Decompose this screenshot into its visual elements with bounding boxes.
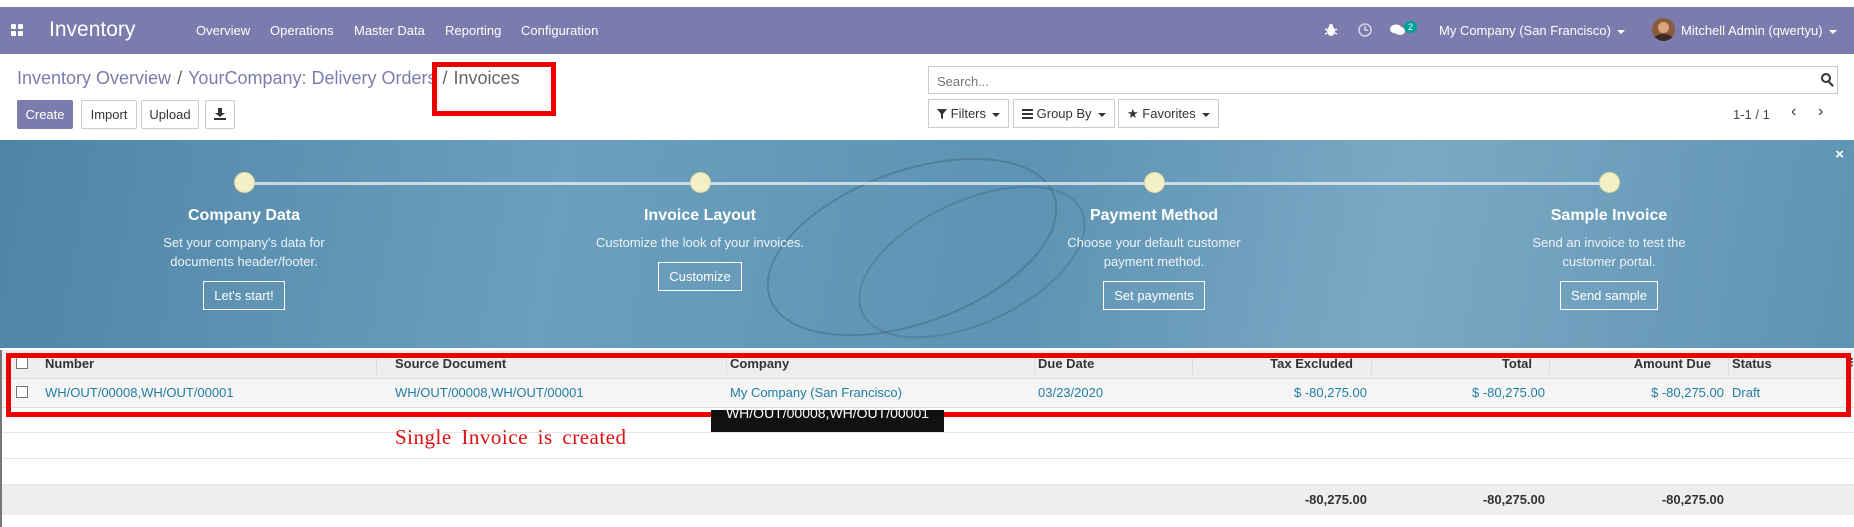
user-name: Mitchell Admin (qwertyu) (1681, 23, 1823, 38)
step-title: Company Data (187, 207, 301, 224)
step-title: Payment Method (1089, 207, 1218, 224)
activity-clock-icon[interactable] (1358, 23, 1372, 37)
step-invoice-layout: Invoice Layout Customize the look of you… (570, 207, 830, 291)
cell-tooltip: WH/OUT/00008,WH/OUT/00001 (711, 410, 944, 432)
app-brand[interactable]: Inventory (49, 18, 135, 42)
pager-value[interactable]: 1-1 / 1 (1733, 107, 1770, 122)
tooltip-text: WH/OUT/00008,WH/OUT/00001 (725, 410, 930, 421)
messages-count-badge: 2 (1404, 21, 1418, 33)
breadcrumb-inventory-overview[interactable]: Inventory Overview (17, 68, 171, 88)
create-button[interactable]: Create (17, 100, 73, 129)
step-description: payment method. (1103, 254, 1205, 269)
step-sample-invoice: Sample Invoice Send an invoice to test t… (1479, 207, 1739, 310)
filter-icon (937, 109, 947, 119)
breadcrumb-delivery-orders[interactable]: YourCompany: Delivery Orders (188, 68, 436, 88)
menu-reporting[interactable]: Reporting (445, 23, 501, 38)
company-switcher[interactable]: My Company (San Francisco) (1439, 23, 1625, 38)
step-dot-sample-invoice (1599, 172, 1620, 193)
send-sample-button[interactable]: Send sample (1560, 281, 1658, 310)
step-dot-company-data (234, 172, 255, 193)
menu-configuration[interactable]: Configuration (521, 23, 598, 38)
pager-next-icon[interactable]: › (1818, 104, 1828, 120)
total-total: -80,275.00 (1482, 492, 1545, 507)
highlight-box-table (6, 353, 1851, 417)
top-strip (0, 0, 1854, 7)
chevron-down-icon (1616, 29, 1625, 34)
favorites-label: Favorites (1142, 106, 1196, 121)
lets-start-button[interactable]: Let's start! (203, 281, 285, 310)
menu-master-data[interactable]: Master Data (354, 23, 425, 38)
step-description: Choose your default customer (1067, 235, 1241, 250)
step-payment-method: Payment Method Choose your default custo… (1024, 207, 1284, 310)
left-edge-border (0, 350, 2, 527)
breadcrumb-separator: / (177, 68, 183, 88)
menu-operations[interactable]: Operations (270, 23, 334, 38)
search-icon[interactable] (1821, 73, 1831, 83)
step-description: customer portal. (1562, 254, 1656, 269)
total-tax-excluded: -80,275.00 (1304, 492, 1367, 507)
download-button[interactable] (205, 100, 235, 129)
onboarding-progress-line (244, 182, 1610, 185)
favorites-button[interactable]: ★ Favorites (1118, 99, 1219, 128)
group-by-label: Group By (1036, 106, 1092, 121)
debug-bug-icon[interactable] (1324, 23, 1338, 37)
search-bar (928, 66, 1838, 94)
company-name: My Company (San Francisco) (1439, 23, 1611, 38)
filters-label: Filters (950, 106, 987, 121)
chevron-down-icon (1097, 112, 1106, 117)
menu-overview[interactable]: Overview (196, 23, 250, 38)
step-description: Set your company's data for (163, 235, 325, 250)
step-description: documents header/footer. (170, 254, 318, 269)
highlight-box-breadcrumb (432, 62, 556, 116)
table-footer-totals: -80,275.00 -80,275.00 -80,275.00 (0, 485, 1854, 515)
step-description: Send an invoice to test the (1532, 235, 1686, 250)
apps-menu-icon[interactable] (11, 24, 23, 36)
total-amount-due: -80,275.00 (1661, 492, 1724, 507)
user-avatar[interactable] (1652, 18, 1675, 41)
chevron-down-icon (992, 112, 1001, 117)
onboarding-banner: × Company Data Set your company's data f… (0, 140, 1854, 348)
list-icon (1022, 109, 1033, 119)
download-icon (214, 108, 226, 120)
step-dot-payment-method (1144, 172, 1165, 193)
step-description: Customize the look of your invoices. (595, 235, 805, 250)
step-dot-invoice-layout (690, 172, 711, 193)
top-navbar: Inventory Overview Operations Master Dat… (0, 7, 1854, 54)
customize-button[interactable]: Customize (658, 262, 742, 291)
pager-previous-icon[interactable]: ‹ (1791, 104, 1801, 120)
filters-button[interactable]: Filters (928, 99, 1010, 128)
close-icon[interactable]: × (1835, 146, 1844, 163)
set-payments-button[interactable]: Set payments (1103, 281, 1205, 310)
search-input[interactable] (935, 68, 1799, 94)
annotation-text: Single Invoice is created (395, 425, 627, 449)
empty-row-divider (0, 458, 1854, 459)
upload-button[interactable]: Upload (141, 100, 199, 129)
star-icon: ★ (1127, 106, 1139, 121)
group-by-button[interactable]: Group By (1013, 99, 1115, 128)
user-menu[interactable]: Mitchell Admin (qwertyu) (1681, 23, 1837, 38)
empty-row-divider (0, 432, 1854, 433)
chevron-down-icon (1828, 29, 1837, 34)
step-title: Sample Invoice (1550, 207, 1668, 224)
step-company-data: Company Data Set your company's data for… (114, 207, 374, 310)
step-title: Invoice Layout (643, 207, 757, 224)
chevron-down-icon (1201, 112, 1210, 117)
import-button[interactable]: Import (81, 100, 137, 129)
